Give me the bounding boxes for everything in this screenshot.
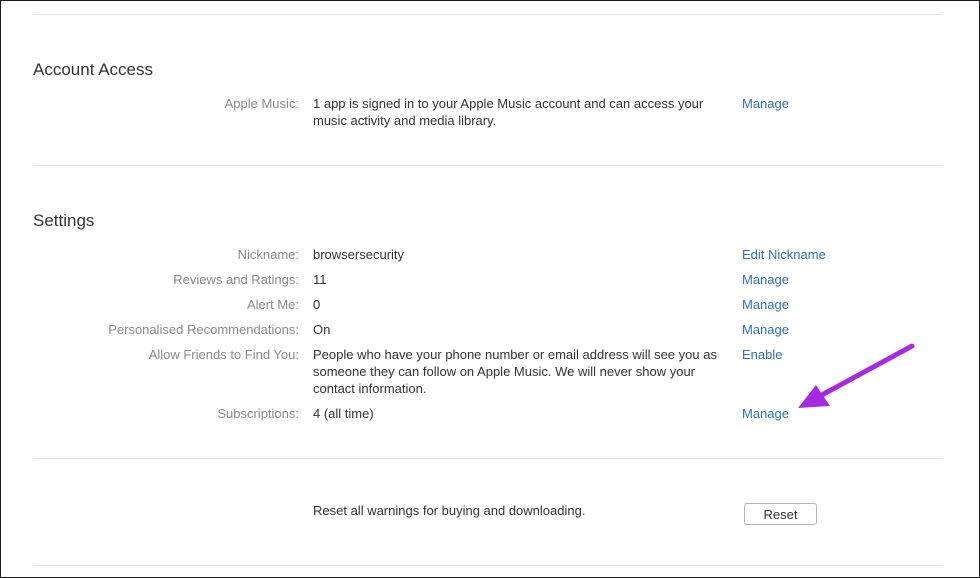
reset-warnings-text: Reset all warnings for buying and downlo… — [313, 503, 586, 518]
allow-friends-label: Allow Friends to Find You: — [148, 347, 299, 362]
divider-account-access — [33, 165, 942, 166]
alert-me-manage-link[interactable]: Manage — [742, 296, 789, 313]
settings-title: Settings — [33, 211, 95, 230]
edit-nickname-link[interactable]: Edit Nickname — [742, 246, 826, 263]
apple-music-label: Apple Music: — [224, 96, 299, 111]
recommendations-manage-link[interactable]: Manage — [742, 321, 789, 338]
apple-music-value: 1 app is signed in to your Apple Music a… — [313, 96, 704, 128]
recommendations-label: Personalised Recommendations: — [108, 322, 299, 337]
apple-music-manage-link[interactable]: Manage — [742, 95, 789, 112]
nickname-value: browsersecurity — [313, 247, 405, 262]
subscriptions-value: 4 (all time) — [313, 406, 374, 421]
divider-top — [33, 14, 942, 15]
allow-friends-enable-link[interactable]: Enable — [742, 346, 782, 363]
divider-settings — [33, 458, 942, 459]
reviews-ratings-label: Reviews and Ratings: — [173, 272, 299, 287]
alert-me-value: 0 — [313, 297, 321, 312]
nickname-label: Nickname: — [237, 247, 299, 262]
allow-friends-value: People who have your phone number or ema… — [313, 347, 717, 396]
subscriptions-label: Subscriptions: — [217, 406, 299, 421]
reset-button[interactable]: Reset — [744, 503, 817, 525]
window-frame — [0, 0, 980, 578]
reviews-ratings-value: 11 — [313, 272, 327, 287]
subscriptions-manage-link[interactable]: Manage — [742, 405, 789, 422]
recommendations-value: On — [313, 322, 331, 337]
reviews-ratings-manage-link[interactable]: Manage — [742, 271, 789, 288]
alert-me-label: Alert Me: — [246, 297, 299, 312]
divider-bottom — [33, 565, 942, 566]
account-access-title: Account Access — [33, 60, 154, 79]
